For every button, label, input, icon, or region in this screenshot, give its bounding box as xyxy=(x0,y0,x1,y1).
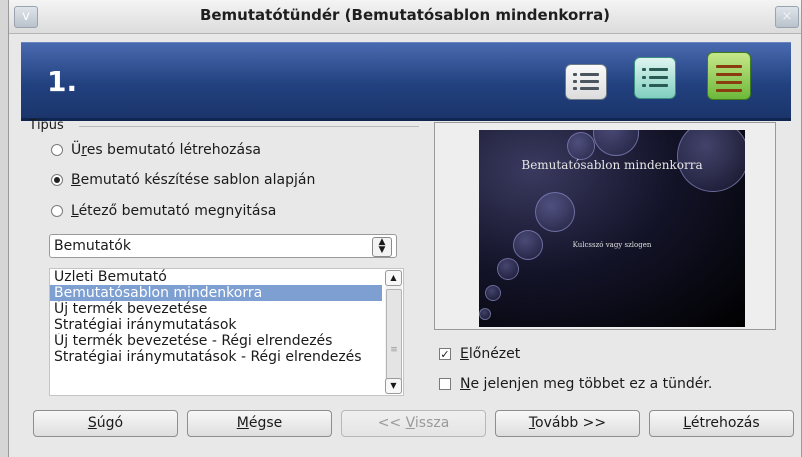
wizard-banner: 1. xyxy=(21,42,791,121)
checkbox[interactable] xyxy=(439,378,451,390)
decorative-bubble xyxy=(479,308,491,320)
checkbox-checked[interactable]: ✓ xyxy=(439,348,451,360)
decorative-bubble xyxy=(593,130,639,156)
checkbox-label: Előnézet xyxy=(460,346,521,362)
radio-open-existing[interactable]: Létező bemutató megnyitása xyxy=(51,203,276,219)
radio-create-empty[interactable]: Üres bemutató létrehozása xyxy=(51,142,261,158)
list-icon xyxy=(565,64,607,100)
list-green-icon xyxy=(707,52,751,100)
title-bar: v Bemutatótündér (Bemutatósablon mindenk… xyxy=(9,0,801,34)
scroll-thumb[interactable]: ≡ xyxy=(386,289,402,391)
radio-from-template[interactable]: Bemutató készítése sablon alapján xyxy=(51,172,315,188)
scroll-down-icon[interactable]: ▼ xyxy=(385,378,402,394)
close-button[interactable]: × xyxy=(775,6,799,28)
next-button[interactable]: Tovább >> xyxy=(495,410,640,437)
type-group-divider xyxy=(79,126,419,127)
dont-show-checkbox-row[interactable]: Ne jelenjen meg többet ez a tündér. xyxy=(439,376,712,392)
radio-label: Üres bemutató létrehozása xyxy=(71,142,261,158)
cancel-button[interactable]: Mégse xyxy=(187,410,332,437)
wizard-window: v Bemutatótündér (Bemutatósablon mindenk… xyxy=(8,0,802,457)
list-teal-icon xyxy=(634,57,676,99)
radio-button[interactable] xyxy=(51,144,63,156)
list-item[interactable]: Új termék bevezetése - Régi elrendezés xyxy=(50,333,382,349)
category-select[interactable]: Bemutatók ▲ ▼ xyxy=(49,234,397,258)
back-button[interactable]: << Vissza xyxy=(341,410,486,437)
list-item[interactable]: Stratégiai iránymutatások - Régi elrende… xyxy=(50,349,382,365)
help-button[interactable]: Súgó xyxy=(33,410,178,437)
decorative-bubble xyxy=(535,192,575,232)
type-group-label: Típus xyxy=(29,118,64,133)
radio-label: Bemutató készítése sablon alapján xyxy=(71,172,316,188)
radio-label: Létező bemutató megnyitása xyxy=(71,203,277,219)
scroll-up-icon[interactable]: ▲ xyxy=(385,270,402,286)
step-number: 1. xyxy=(47,65,78,98)
preview-checkbox-row[interactable]: ✓ Előnézet xyxy=(439,346,520,362)
list-item[interactable]: Új termék bevezetése xyxy=(50,301,382,317)
template-list[interactable]: Üzleti Bemutató Bemutatósablon mindenkor… xyxy=(49,268,404,396)
preview-frame: Bemutatósablon mindenkorra Kulcsszó vagy… xyxy=(434,122,776,330)
list-item-selected[interactable]: Bemutatósablon mindenkorra xyxy=(50,285,382,301)
close-icon: × xyxy=(781,9,793,24)
slide-title: Bemutatósablon mindenkorra xyxy=(521,158,703,172)
slide-preview: Bemutatósablon mindenkorra Kulcsszó vagy… xyxy=(479,130,745,327)
checkbox-label: Ne jelenjen meg többet ez a tündér. xyxy=(460,376,713,392)
radio-button[interactable] xyxy=(51,174,63,186)
updown-arrows-icon[interactable]: ▲ ▼ xyxy=(372,237,392,257)
decorative-bubble xyxy=(485,285,501,301)
create-button[interactable]: Létrehozás xyxy=(649,410,794,437)
decorative-bubble xyxy=(497,258,519,280)
decorative-bubble xyxy=(567,132,595,160)
list-item[interactable]: Stratégiai iránymutatások xyxy=(50,317,382,333)
list-item[interactable]: Üzleti Bemutató xyxy=(50,269,382,285)
radio-button[interactable] xyxy=(51,205,63,217)
slide-subtitle: Kulcsszó vagy szlogen xyxy=(572,241,652,249)
vertical-scrollbar[interactable]: ▲ ≡ ▼ xyxy=(385,270,402,394)
window-title: Bemutatótündér (Bemutatósablon mindenkor… xyxy=(199,6,611,24)
category-select-value: Bemutatók xyxy=(54,238,131,254)
